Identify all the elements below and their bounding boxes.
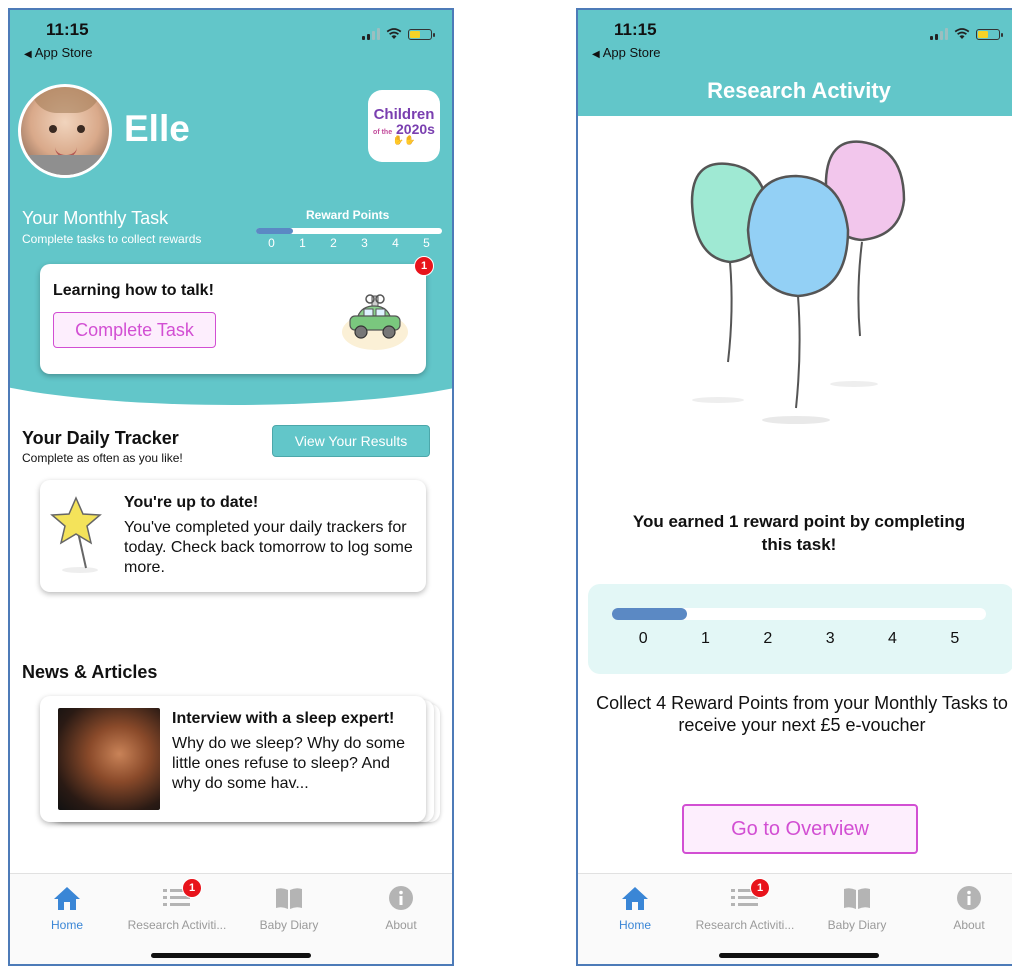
monthly-task-subtitle: Complete tasks to collect rewards <box>22 232 202 246</box>
view-results-button[interactable]: View Your Results <box>272 425 430 457</box>
tab-label: About <box>385 918 417 932</box>
earned-message: You earned 1 reward point by completing … <box>632 512 966 554</box>
status-bar: 11:15 ◀ App Store <box>578 10 1012 70</box>
reward-progress-ticks: 0 1 2 3 4 5 <box>256 236 442 250</box>
article-excerpt: Why do we sleep? Why do some little ones… <box>172 735 405 792</box>
balloons-illustration <box>690 140 906 424</box>
tracker-card-title: You're up to date! <box>124 494 259 511</box>
reward-progress-track <box>256 228 442 234</box>
tab-about[interactable]: About <box>914 884 1012 932</box>
tab-label: Baby Diary <box>259 918 319 932</box>
tab-label: Research Activiti... <box>695 918 795 932</box>
book-icon <box>276 888 302 909</box>
home-screen: 11:15 ◀ App Store Elle Children of the 20… <box>8 8 454 966</box>
battery-icon <box>408 28 435 40</box>
tick-label: 2 <box>330 236 337 250</box>
back-triangle-icon: ◀ <box>592 49 600 60</box>
baby-avatar[interactable] <box>18 84 112 178</box>
daily-tracker-title: Your Daily Tracker <box>22 428 179 448</box>
research-activity-screen: 11:15 ◀ App Store Research Activity You e… <box>576 8 1012 966</box>
tick-label: 1 <box>299 236 306 250</box>
home-indicator <box>719 953 879 958</box>
tab-label: About <box>953 918 985 932</box>
monthly-task-title: Your Monthly Task <box>22 208 169 228</box>
baby-name: Elle <box>124 108 190 149</box>
tab-label: Home <box>618 918 651 932</box>
sleeping-baby-image <box>58 708 160 810</box>
signal-icon <box>362 28 380 40</box>
tracker-card-text: You've completed your daily trackers for… <box>124 519 413 576</box>
wifi-icon <box>954 28 970 39</box>
tick-label: 4 <box>888 630 897 647</box>
tab-label: Baby Diary <box>827 918 887 932</box>
info-icon <box>957 886 981 910</box>
info-icon <box>389 886 413 910</box>
status-bar: 11:15 ◀ App Store <box>10 10 452 70</box>
complete-task-button[interactable]: Complete Task <box>53 312 216 348</box>
tick-label: 3 <box>361 236 368 250</box>
tab-bar: Home 1 Research Activiti... Baby Diary A… <box>578 873 1012 964</box>
tick-label: 4 <box>392 236 399 250</box>
news-article-card[interactable]: Interview with a sleep expert! Why do we… <box>40 696 426 822</box>
tick-label: 0 <box>638 630 648 647</box>
wifi-icon <box>386 28 402 39</box>
home-indicator <box>151 953 311 958</box>
tab-about[interactable]: About <box>346 884 452 932</box>
back-to-app-store[interactable]: ◀ App Store <box>592 45 661 60</box>
article-title: Interview with a sleep expert! <box>172 710 395 727</box>
daily-tracker-subtitle: Complete as often as you like! <box>22 451 183 465</box>
tab-bar: Home 1 Research Activiti... Baby Diary A… <box>10 873 452 964</box>
tick-label: 0 <box>268 236 275 250</box>
reward-progress-fill <box>612 608 687 620</box>
reward-progress-fill <box>256 228 294 234</box>
reward-points-panel: 0 1 2 3 4 5 <box>588 584 1012 674</box>
tick-label: 1 <box>701 630 710 647</box>
monthly-task-card[interactable]: Learning how to talk! Complete Task 1 <box>40 256 434 374</box>
reward-progress-ticks: 0 1 2 3 4 5 <box>612 630 986 648</box>
tick-label: 5 <box>950 630 960 647</box>
tab-home[interactable]: Home <box>580 884 690 932</box>
toy-car-icon <box>342 294 408 350</box>
collect-message: Collect 4 Reward Points from your Monthl… <box>596 693 1008 735</box>
go-to-overview-button[interactable]: Go to Overview <box>682 804 918 854</box>
battery-icon <box>976 28 1003 40</box>
tab-home[interactable]: Home <box>12 884 122 932</box>
tick-label: 2 <box>763 630 773 647</box>
page-title: Research Activity <box>707 78 891 103</box>
research-badge: 1 <box>750 878 770 898</box>
tab-research-activities[interactable]: 1 Research Activiti... <box>690 878 800 932</box>
task-title: Learning how to talk! <box>53 282 214 299</box>
star-wand-icon <box>50 496 102 573</box>
research-badge: 1 <box>182 878 202 898</box>
book-icon <box>844 888 870 909</box>
tab-baby-diary[interactable]: Baby Diary <box>234 884 344 932</box>
status-icons <box>930 28 1003 40</box>
back-to-app-store[interactable]: ◀ App Store <box>24 45 93 60</box>
status-icons <box>362 28 435 40</box>
back-label: App Store <box>602 45 661 60</box>
back-triangle-icon: ◀ <box>24 49 32 60</box>
handprint-icon: ✋✋ <box>392 135 416 145</box>
home-icon <box>54 887 80 910</box>
back-label: App Store <box>34 45 93 60</box>
tick-label: 5 <box>423 236 430 250</box>
news-title: News & Articles <box>22 662 158 682</box>
status-time: 11:15 <box>614 20 657 39</box>
notification-badge: 1 <box>414 256 434 276</box>
tick-label: 3 <box>825 630 835 647</box>
signal-icon <box>930 28 948 40</box>
reward-progress-track <box>612 608 986 620</box>
tab-research-activities[interactable]: 1 Research Activiti... <box>122 878 232 932</box>
children-of-2020s-logo: Children of the 2020s ✋✋ <box>368 90 440 162</box>
tab-baby-diary[interactable]: Baby Diary <box>802 884 912 932</box>
status-time: 11:15 <box>46 20 89 39</box>
home-icon <box>622 887 648 910</box>
tab-label: Home <box>50 918 83 932</box>
daily-tracker-card: You're up to date! You've completed your… <box>40 480 426 592</box>
reward-points-label: Reward Points <box>306 208 390 222</box>
tab-label: Research Activiti... <box>127 918 227 932</box>
